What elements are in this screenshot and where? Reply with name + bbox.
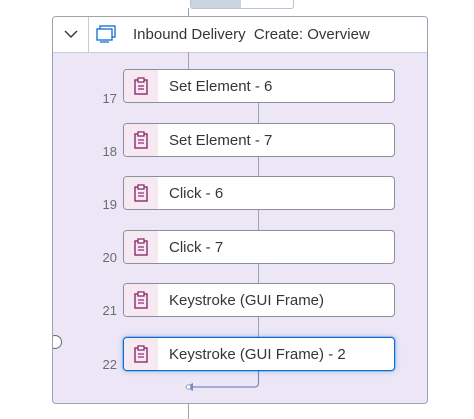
step-label: Keystroke (GUI Frame) (169, 292, 325, 309)
step-icon-area (124, 231, 158, 263)
step-number: 17 (102, 91, 117, 106)
step-keystroke-gui-frame-2[interactable]: Keystroke (GUI Frame) - 2 (123, 337, 395, 371)
step-number: 19 (102, 197, 117, 212)
step-label: Click - 6 (169, 185, 224, 202)
step-icon-area (124, 338, 158, 370)
clipboard-icon (134, 184, 148, 202)
clipboard-icon (134, 77, 148, 95)
step-label: Set Element - 6 (169, 78, 273, 95)
step-click-7[interactable]: Click - 7 (123, 230, 395, 264)
step-click-6[interactable]: Click - 6 (123, 176, 395, 210)
step-number: 20 (102, 250, 117, 265)
step-label: Click - 7 (169, 239, 224, 256)
step-keystroke-gui-frame[interactable]: Keystroke (GUI Frame) (123, 283, 395, 317)
step-number: 22 (102, 357, 117, 372)
step-icon-area (124, 284, 158, 316)
step-set-element-7[interactable]: Set Element - 7 (123, 123, 395, 157)
step-icon-area (124, 177, 158, 209)
step-icon-area (124, 70, 158, 102)
step-number: 18 (102, 144, 117, 159)
step-label: Set Element - 7 (169, 132, 273, 149)
flow-connector-bottom (188, 404, 189, 419)
step-set-element-6[interactable]: Set Element - 6 (123, 69, 395, 103)
clipboard-icon (134, 291, 148, 309)
step-label: Keystroke (GUI Frame) - 2 (169, 346, 346, 363)
clipboard-icon (134, 345, 148, 363)
previous-node-tab[interactable] (190, 0, 294, 9)
step-icon-area (124, 124, 158, 156)
previous-node-tab-fill (191, 0, 241, 8)
flow-connector-top (188, 8, 189, 16)
clipboard-icon (134, 238, 148, 256)
clipboard-icon (134, 131, 148, 149)
step-number: 21 (102, 303, 117, 318)
screen-container: Inbound Delivery Create: Overview 17 Set… (52, 16, 428, 404)
